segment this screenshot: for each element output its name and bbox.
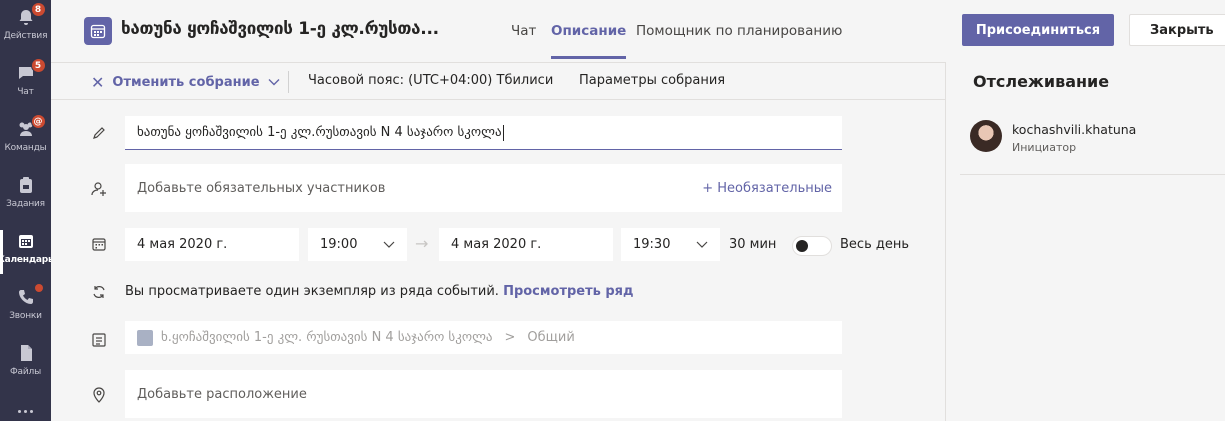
location-placeholder: Добавьте расположение [137, 386, 307, 402]
channel-icon [89, 330, 109, 350]
activity-badge: 8 [30, 2, 46, 17]
tab-scheduling-assistant[interactable]: Помощник по планированию [636, 23, 842, 39]
series-info-text: Вы просматриваете один экземпляр из ряда… [125, 284, 499, 299]
rail-item-label: Чат [17, 87, 34, 97]
cancel-meeting-label: Отменить собрание [112, 75, 260, 90]
rail-item-label: Календарь [0, 255, 54, 265]
rail-item-files[interactable]: Файлы [0, 336, 51, 392]
rail-item-chat[interactable]: 5 Чат [0, 56, 51, 112]
file-icon [15, 342, 37, 364]
attendee-name: kochashvili.khatuna [1012, 122, 1137, 137]
team-avatar-icon [137, 329, 153, 346]
view-series-link[interactable]: Просмотреть ряд [503, 284, 633, 299]
location-pin-icon [89, 385, 109, 405]
rail-item-label: Задания [6, 199, 45, 209]
join-button[interactable]: Присоединиться [962, 14, 1114, 46]
bell-icon: 8 [15, 2, 46, 28]
cancel-meeting-button[interactable]: ✕ Отменить собрание [91, 73, 280, 92]
text-cursor [502, 124, 504, 141]
start-time-value: 19:00 [320, 237, 358, 252]
series-info: Вы просматриваете один экземпляр из ряда… [125, 284, 634, 299]
add-person-icon [89, 179, 109, 199]
meeting-toolbar: ✕ Отменить собрание Часовой пояс: (UTC+0… [51, 62, 945, 100]
teams-icon: @ [15, 114, 46, 140]
rail-item-teams[interactable]: @ Команды [0, 112, 51, 168]
divider [960, 174, 1225, 175]
chevron-down-icon [268, 75, 280, 90]
more-dots-icon[interactable] [18, 410, 34, 414]
duration-text: 30 мин [729, 237, 777, 252]
meeting-header: ხათუნა ყოჩაშვილის 1-ე კლ.რუსთა... Чат Оп… [51, 0, 1225, 62]
channel-team-name: ხ.ყოჩაშვილის 1-ე კლ. რუსთავის N 4 საჯარო… [161, 330, 493, 345]
rail-item-label: Команды [4, 143, 47, 153]
attendee-role: Инициатор [1012, 141, 1077, 154]
add-optional-link[interactable]: + Необязательные [702, 181, 832, 196]
all-day-toggle[interactable] [792, 236, 832, 256]
rail-item-calendar[interactable]: Календарь [0, 224, 54, 280]
rail-item-assignments[interactable]: Задания [0, 168, 51, 224]
tab-chat[interactable]: Чат [511, 23, 536, 39]
end-time-value: 19:30 [633, 237, 671, 252]
end-time-select[interactable]: 19:30 [621, 228, 720, 261]
end-date-value: 4 мая 2020 г. [451, 237, 542, 252]
tracking-title: Отслеживание [973, 72, 1110, 91]
channel-select[interactable]: ხ.ყოჩაშვილის 1-ე კლ. რუსთავის N 4 საჯარო… [125, 321, 842, 354]
meeting-form: ხათუნა ყოჩაშვილის 1-ე კლ.რუსთავის N 4 სა… [51, 100, 945, 421]
close-icon: ✕ [91, 73, 105, 92]
calendar-icon [89, 234, 109, 254]
start-time-select[interactable]: 19:00 [308, 228, 407, 261]
attendees-placeholder: Добавьте обязательных участников [137, 180, 386, 196]
tracking-pane: Отслеживание kochashvili.khatuna Инициат… [945, 62, 1225, 421]
meeting-options-button[interactable]: Параметры собрания [579, 73, 725, 88]
meeting-title-value: ხათუნა ყოჩაშვილის 1-ე კლ.რუსთავის N 4 სა… [137, 125, 502, 140]
arrow-right-icon: → [415, 234, 429, 253]
avatar [970, 120, 1002, 152]
mention-badge: @ [30, 114, 46, 129]
chat-icon: 5 [15, 58, 46, 84]
attendees-input[interactable]: Добавьте обязательных участников + Необя… [125, 164, 842, 212]
meeting-title-input[interactable]: ხათუნა ყოჩაშვილის 1-ე კლ.რუსთავის N 4 სა… [125, 116, 842, 150]
chat-badge: 5 [30, 58, 46, 73]
toolbar-divider [288, 71, 289, 93]
start-date-value: 4 мая 2020 г. [137, 237, 228, 252]
timezone-button[interactable]: Часовой пояс: (UTC+04:00) Тбилиси [308, 73, 553, 88]
chevron-down-icon [383, 237, 395, 252]
pencil-icon [89, 123, 109, 143]
assignments-icon [15, 174, 37, 196]
rail-item-label: Файлы [10, 367, 41, 377]
chevron-down-icon [696, 237, 708, 252]
location-input[interactable]: Добавьте расположение [125, 370, 842, 418]
rail-item-activity[interactable]: 8 Действия [0, 0, 51, 56]
recurrence-icon [89, 282, 109, 302]
channel-name: Общий [527, 330, 575, 345]
close-button[interactable]: Закрыть [1129, 14, 1225, 46]
all-day-label: Весь день [840, 237, 910, 252]
meeting-calendar-icon [84, 17, 112, 45]
breadcrumb-separator-icon: > [504, 330, 516, 345]
calls-dot [34, 284, 43, 292]
tab-details[interactable]: Описание [551, 23, 627, 59]
start-date-input[interactable]: 4 мая 2020 г. [125, 228, 299, 261]
rail-item-label: Действия [3, 31, 48, 41]
phone-icon [15, 284, 43, 308]
rail-item-label: Звонки [9, 311, 42, 321]
app-rail: 8 Действия 5 Чат @ Команды Задания Кален… [0, 0, 54, 421]
calendar-icon [15, 230, 37, 252]
meeting-title: ხათუნა ყოჩაშვილის 1-ე კლ.რუსთა... [121, 19, 439, 39]
end-date-input[interactable]: 4 мая 2020 г. [439, 228, 613, 261]
rail-item-calls[interactable]: Звонки [0, 280, 51, 336]
